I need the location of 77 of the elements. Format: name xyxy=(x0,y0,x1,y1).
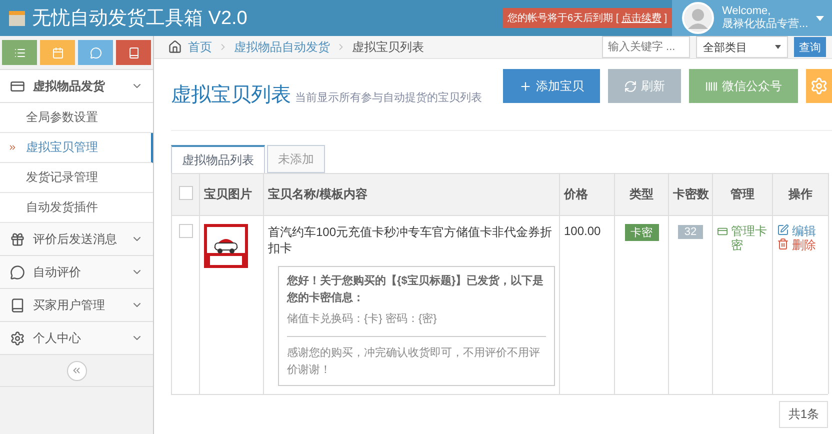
breadcrumb-link[interactable]: 首页 xyxy=(188,38,212,56)
sidebar-subitem[interactable]: 自动发货插件 xyxy=(0,193,153,223)
column-header: 卡密数 xyxy=(668,174,712,216)
column-header: 管理 xyxy=(712,174,772,216)
expiry-notice: 您的帐号将于6天后到期 xyxy=(508,13,614,24)
row-checkbox[interactable] xyxy=(178,224,192,238)
edit-icon xyxy=(777,224,789,236)
sidebar-subitem[interactable]: 发货记录管理 xyxy=(0,163,153,193)
count-tag: 32 xyxy=(678,225,703,239)
caret-icon[interactable] xyxy=(816,16,824,20)
double-chevron-icon xyxy=(71,365,82,376)
column-header: 宝贝图片 xyxy=(200,174,264,216)
card-icon xyxy=(717,226,728,237)
sidebar-subitem[interactable]: 全局参数设置 xyxy=(0,103,153,133)
page-title: 虚拟宝贝列表 xyxy=(171,83,291,108)
renew-link[interactable]: 点击续费 xyxy=(621,13,662,24)
tab[interactable]: 未添加 xyxy=(267,145,325,173)
home-icon xyxy=(168,40,182,54)
box-icon xyxy=(8,9,26,27)
keyword-search-field[interactable]: 输入关键字 ... xyxy=(602,36,690,58)
edit-link[interactable]: 编辑 xyxy=(777,224,824,238)
price: 100.00 xyxy=(564,224,601,238)
type-tag: 卡密 xyxy=(624,224,658,241)
category-select[interactable]: 全部类目 xyxy=(696,36,788,58)
shortcut-button[interactable] xyxy=(2,40,37,65)
select-all-checkbox[interactable] xyxy=(178,186,192,200)
page-subtitle: 当前显示所有参与自动提货的宝贝列表 xyxy=(295,90,482,105)
delete-link[interactable]: 删除 xyxy=(777,238,824,252)
shortcut-button[interactable] xyxy=(78,40,113,65)
breadcrumb-link[interactable]: 虚拟物品自动发货 xyxy=(234,38,330,56)
template-card-line: 储值卡兑换码：{卡} 密码：{密} xyxy=(287,311,546,337)
shortcut-button[interactable] xyxy=(40,40,75,65)
bracket: ] xyxy=(664,13,667,24)
gift-icon xyxy=(10,232,25,246)
avatar xyxy=(682,2,714,34)
action-button[interactable]: 微信公众号 xyxy=(689,69,798,103)
trash-icon xyxy=(777,238,789,250)
sidebar-subitem[interactable]: 虚拟宝贝管理 xyxy=(0,133,153,163)
column-header: 宝贝名称/模板内容 xyxy=(264,174,560,216)
bracket: [ xyxy=(616,13,619,24)
template-greeting: 您好！关于您购买的【{$宝贝标题}】已发货，以下是您的卡密信息： xyxy=(287,274,545,306)
settings-icon xyxy=(810,77,828,95)
calendar-icon xyxy=(52,46,64,58)
double-arrow-icon xyxy=(8,143,17,152)
sidebar-menu-item[interactable]: 自动评价 xyxy=(0,256,153,289)
sidebar-menu-item[interactable]: 个人中心 xyxy=(0,322,153,355)
book-icon xyxy=(10,298,25,312)
product-name: 首汽约车100元充值卡秒冲专车官方储值卡非代金券折扣卡 xyxy=(268,224,554,256)
column-header: 价格 xyxy=(560,174,614,216)
refresh-icon xyxy=(624,80,637,92)
template-footer: 感谢您的购买，冲完确认收货即可，不用评价不用评价谢谢！ xyxy=(287,345,546,379)
speech-bubble-icon xyxy=(90,46,102,58)
user-name[interactable]: 晟禄化妆品专营... xyxy=(722,18,808,31)
tab[interactable]: 虚拟物品列表 xyxy=(171,145,265,173)
speech-bubble-icon xyxy=(10,264,25,280)
app-title: 无忧自动发货工具箱 V2.0 xyxy=(32,7,248,31)
collapse-sidebar-button[interactable] xyxy=(66,360,86,380)
action-button[interactable]: 刷新 xyxy=(608,69,681,103)
book-icon xyxy=(128,46,140,58)
plus-icon xyxy=(519,80,532,92)
welcome-text: Welcome, xyxy=(722,5,772,18)
barcode-icon xyxy=(705,80,718,92)
query-button[interactable]: 查询 xyxy=(794,37,826,57)
column-header: 类型 xyxy=(614,174,668,216)
column-header: 操作 xyxy=(772,174,828,216)
action-button[interactable]: 添加宝贝 xyxy=(503,69,600,103)
sidebar-menu-item[interactable]: 虚拟物品发货 xyxy=(0,70,153,103)
settings-button[interactable] xyxy=(806,69,832,103)
manage-cards-link[interactable]: 管理卡密 xyxy=(717,224,768,252)
caret-icon xyxy=(775,45,781,49)
total-count: 共1条 xyxy=(779,401,828,428)
sidebar-menu-item[interactable]: 评价后发送消息 xyxy=(0,223,153,256)
card-icon xyxy=(10,78,25,94)
sidebar-menu-item[interactable]: 买家用户管理 xyxy=(0,289,153,322)
shortcut-button[interactable] xyxy=(116,40,151,65)
settings-icon xyxy=(10,330,25,346)
breadcrumb-link[interactable]: 虚拟宝贝列表 xyxy=(352,38,424,56)
